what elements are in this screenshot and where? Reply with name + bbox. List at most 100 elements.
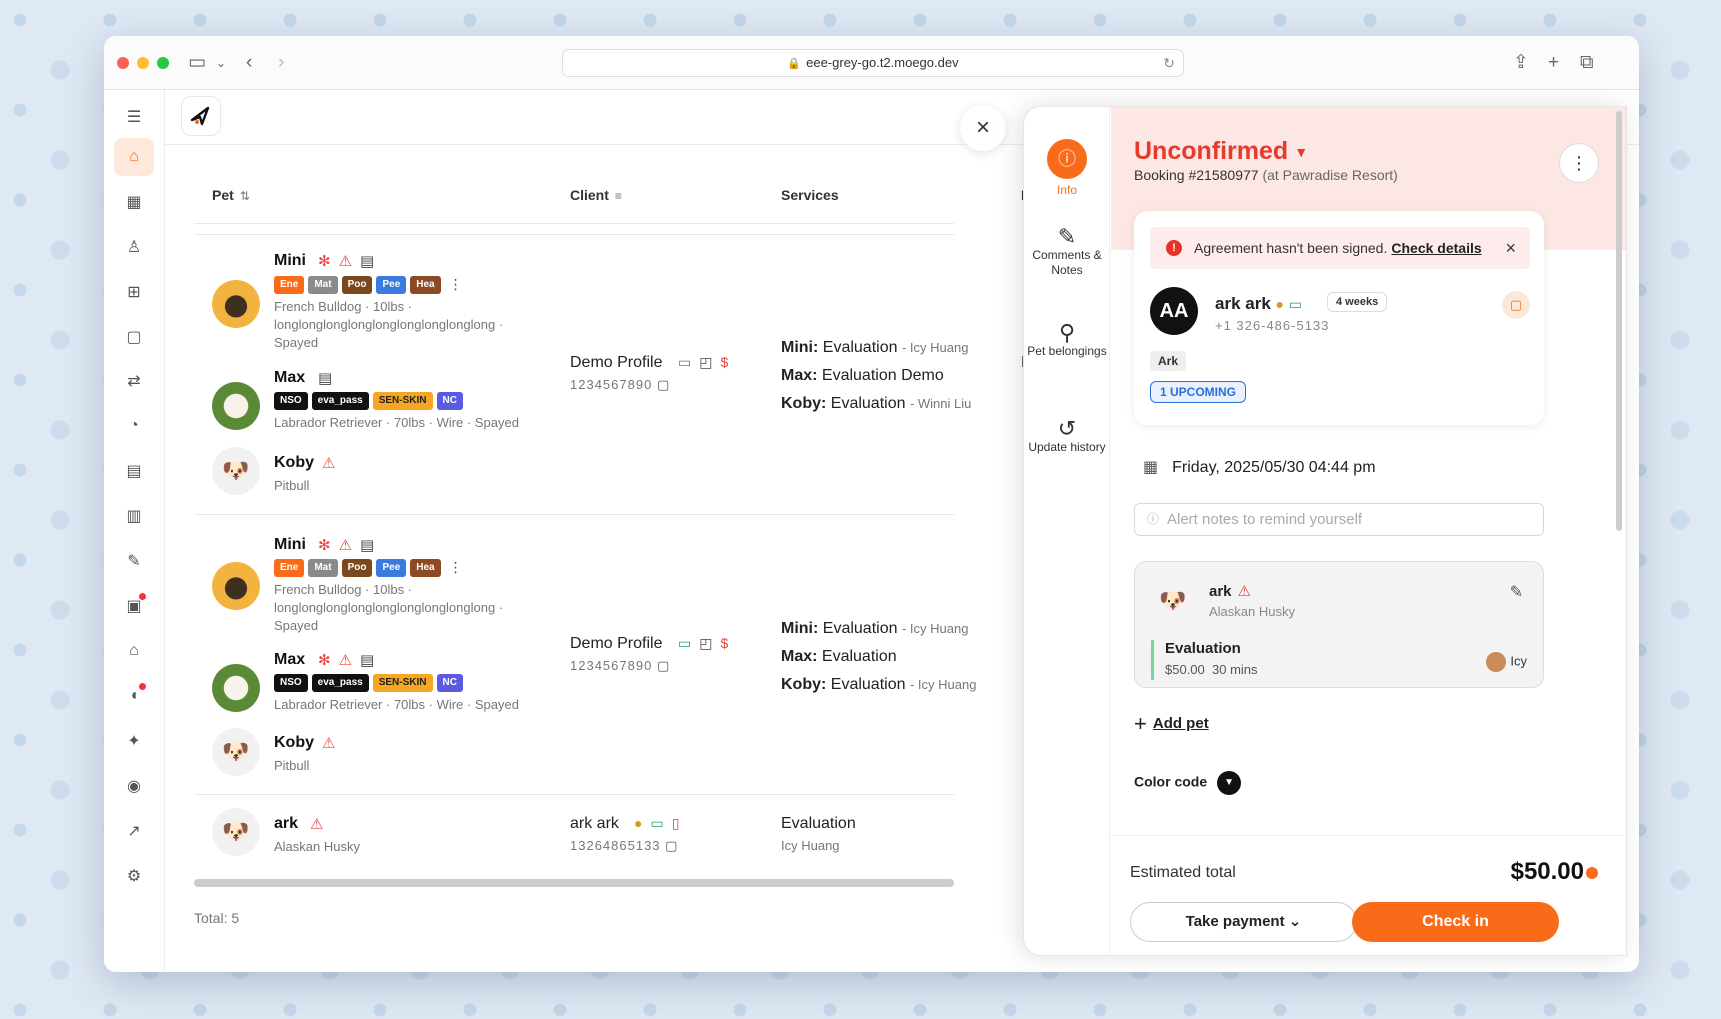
- column-header-client[interactable]: Client ≡: [570, 187, 622, 203]
- color-code-picker[interactable]: Color code ▼: [1134, 771, 1242, 795]
- pet-description: Alaskan Husky: [274, 839, 360, 854]
- pet-name[interactable]: Mini: [274, 536, 306, 554]
- filter-icon[interactable]: ≡: [615, 189, 622, 203]
- incident-icon: ⚠: [310, 816, 332, 833]
- column-header-services: Services: [781, 187, 839, 203]
- sort-icon[interactable]: ⇅: [240, 189, 250, 203]
- pet-name[interactable]: Koby: [274, 454, 314, 472]
- more-options-button[interactable]: ⋮: [1559, 143, 1599, 183]
- estimated-total-label: Estimated total: [1130, 864, 1236, 881]
- minimize-window-button[interactable]: [137, 57, 149, 69]
- pet-avatar-max: [212, 664, 260, 712]
- back-icon[interactable]: ‹: [246, 50, 252, 76]
- staff-chip[interactable]: Icy: [1486, 652, 1527, 672]
- tabs-overview-icon[interactable]: ⧉: [1580, 50, 1594, 76]
- marketing-icon[interactable]: ◖: [114, 677, 154, 715]
- tab-update-history[interactable]: ↺ Update history: [1024, 418, 1110, 455]
- drawer-footer: Estimated total $50.00 Take payment ⌄ Ch…: [1111, 835, 1626, 955]
- client-phone: +1 326-486-5133: [1215, 318, 1330, 333]
- reload-icon[interactable]: ↻: [1163, 50, 1175, 76]
- card-icon: ▭: [678, 354, 700, 370]
- take-payment-button[interactable]: Take payment ⌄: [1130, 902, 1357, 942]
- pet-name[interactable]: Koby: [274, 734, 314, 752]
- chevron-down-icon[interactable]: ⌄: [216, 50, 226, 76]
- more-icon[interactable]: ⋮: [449, 559, 463, 577]
- pen-icon[interactable]: ✎: [114, 542, 154, 580]
- tab-comments-notes[interactable]: ✎ Comments & Notes: [1024, 226, 1110, 278]
- discount-icon: [1586, 866, 1598, 879]
- zoom-window-button[interactable]: [157, 57, 169, 69]
- appointment-date[interactable]: ▦ Friday, 2025/05/30 04:44 pm: [1143, 457, 1376, 477]
- tab-info[interactable]: ⓘ Info: [1024, 139, 1110, 198]
- pet-name[interactable]: Max: [274, 369, 305, 387]
- analytics-icon[interactable]: ↗: [114, 812, 154, 850]
- status-dropdown[interactable]: Unconfirmed ▼: [1134, 137, 1308, 166]
- alarm-icon[interactable]: ◔: [114, 407, 154, 445]
- forward-icon[interactable]: ›: [278, 50, 284, 76]
- incident-icon: ⚠: [338, 253, 361, 270]
- pet-chip[interactable]: Ark: [1150, 351, 1187, 371]
- belongings-icon: ⚲: [1058, 320, 1076, 345]
- more-icon[interactable]: ⋮: [449, 276, 463, 294]
- upcoming-badge[interactable]: 1 UPCOMING: [1150, 381, 1247, 403]
- pet-service-card: 🐶 ark ⚠ Alaskan Husky ✎ Evaluation $50.00…: [1134, 561, 1544, 688]
- message-icon[interactable]: ▢: [114, 318, 154, 356]
- paw-badge-icon: ●: [1275, 296, 1284, 312]
- membership-icon[interactable]: ◉: [114, 767, 154, 805]
- client-name[interactable]: Demo Profile: [570, 635, 662, 653]
- pet-name[interactable]: ark: [274, 815, 298, 833]
- pet-description: Pitbull: [274, 758, 310, 773]
- bag-icon: ◰: [699, 635, 721, 651]
- reports-icon[interactable]: ▤: [114, 452, 154, 490]
- close-window-button[interactable]: [117, 57, 129, 69]
- check-details-link[interactable]: Check details: [1391, 240, 1481, 256]
- pet-tags: Ene Mat Poo Pee Hea ⋮: [274, 276, 463, 294]
- close-drawer-button[interactable]: ×: [960, 105, 1006, 151]
- edit-pencil-icon[interactable]: ✎: [1510, 582, 1523, 602]
- client-name[interactable]: ark ark: [570, 815, 619, 833]
- chevron-down-icon: ▼: [1217, 771, 1242, 795]
- pet-avatar-max: [212, 382, 260, 430]
- staff-avatar: [1486, 652, 1507, 672]
- payment-icon: $: [720, 354, 737, 370]
- chat-icon[interactable]: ▢: [1502, 291, 1530, 319]
- settings-gear-icon[interactable]: ⚙: [114, 857, 154, 895]
- paw-badge-icon: ●: [634, 815, 651, 831]
- notes-icon: ▤: [360, 652, 383, 669]
- column-header-pet[interactable]: Pet ⇅: [212, 187, 250, 203]
- rewards-icon[interactable]: ✦: [114, 722, 154, 760]
- pet-icons: ✻⚠▤: [318, 252, 382, 270]
- caret-down-icon: ▼: [1294, 144, 1309, 161]
- client-phone: 1234567890 ▢: [570, 658, 671, 673]
- clients-icon[interactable]: ♙: [114, 228, 154, 266]
- menu-icon[interactable]: ☰: [114, 98, 154, 136]
- tab-pet-belongings[interactable]: ⚲ Pet belongings: [1024, 320, 1110, 359]
- sidebar-toggle-icon[interactable]: ▭: [188, 50, 206, 76]
- service-line: Evaluation: [781, 815, 856, 832]
- bank-icon[interactable]: ⌂: [114, 632, 154, 670]
- pet-name[interactable]: Max: [274, 651, 305, 669]
- retail-icon[interactable]: ▣: [114, 587, 154, 625]
- address-bar[interactable]: 🔒 eee-grey-go.t2.moego.dev ↻: [562, 49, 1184, 77]
- vertical-scrollbar[interactable]: [1616, 111, 1622, 531]
- info-icon: ⓘ: [1147, 512, 1160, 526]
- horizontal-scrollbar[interactable]: [194, 879, 954, 887]
- pet-name[interactable]: ark ⚠: [1209, 582, 1251, 600]
- check-in-button[interactable]: Check in: [1352, 902, 1559, 942]
- calendar-icon[interactable]: ▦: [114, 183, 154, 221]
- add-pet-button[interactable]: + Add pet: [1134, 711, 1209, 737]
- new-tab-icon[interactable]: +: [1548, 50, 1559, 76]
- lodging-icon[interactable]: ⊞: [114, 273, 154, 311]
- alert-notes-input[interactable]: ⓘ Alert notes to remind yourself: [1134, 503, 1544, 536]
- close-icon[interactable]: ×: [1505, 227, 1516, 269]
- client-name[interactable]: Demo Profile: [570, 354, 662, 372]
- notification-dot: [139, 683, 146, 690]
- routes-icon[interactable]: ⇄: [114, 362, 154, 400]
- share-icon[interactable]: ⇪: [1513, 50, 1529, 76]
- pet-name[interactable]: Mini: [274, 252, 306, 270]
- client-name[interactable]: ark ark ● ▭: [1215, 294, 1302, 314]
- app-logo[interactable]: [181, 96, 221, 136]
- incident-icon: ⚠: [322, 455, 344, 472]
- home-icon[interactable]: ⌂: [114, 138, 154, 176]
- clipboard-icon[interactable]: ▥: [114, 497, 154, 535]
